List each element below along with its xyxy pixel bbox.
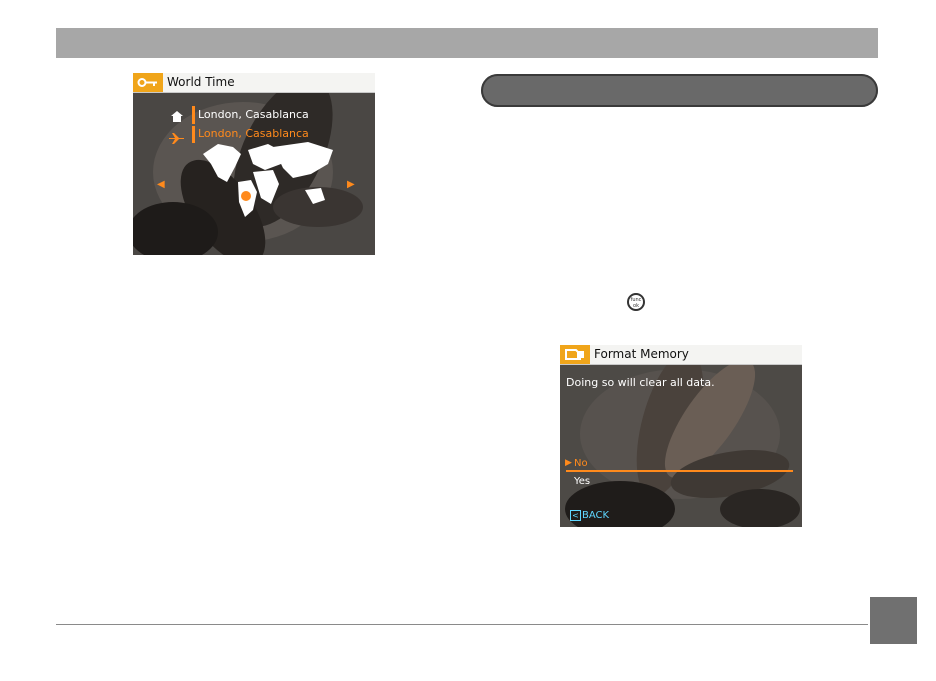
- home-icon: [170, 108, 184, 127]
- func-ok-button-icon: func ok: [627, 293, 645, 311]
- world-time-screen: World Time London, Casablanca London, Ca…: [133, 73, 375, 255]
- selection-pointer-icon: ▶: [565, 458, 572, 468]
- page-header-bar: [56, 28, 878, 58]
- left-arrow-icon[interactable]: ◀: [157, 179, 165, 190]
- page-number-box: [870, 597, 917, 644]
- back-label: BACK: [582, 510, 610, 521]
- home-city-marker: [192, 106, 195, 124]
- ok-label: ok: [633, 303, 639, 309]
- home-city-label[interactable]: London, Casablanca: [198, 108, 309, 122]
- format-memory-screen: Format Memory Doing so will clear all da…: [560, 345, 802, 527]
- format-warning-message: Doing so will clear all data.: [566, 376, 715, 389]
- option-no[interactable]: No: [574, 458, 588, 469]
- format-memory-title: Format Memory: [594, 347, 689, 361]
- destination-city-label[interactable]: London, Casablanca: [198, 127, 309, 141]
- section-heading-bar: [481, 74, 878, 107]
- key-icon: [133, 73, 163, 92]
- plane-icon: [168, 129, 185, 148]
- right-arrow-icon[interactable]: ▶: [347, 179, 355, 190]
- option-yes[interactable]: Yes: [574, 476, 590, 487]
- destination-city-marker: [192, 126, 195, 143]
- selection-underline: [566, 470, 793, 472]
- world-time-title: World Time: [167, 75, 235, 89]
- back-button[interactable]: < BACK: [570, 510, 609, 521]
- footer-rule: [56, 624, 868, 625]
- back-icon: <: [570, 510, 581, 521]
- memory-icon: [560, 345, 590, 364]
